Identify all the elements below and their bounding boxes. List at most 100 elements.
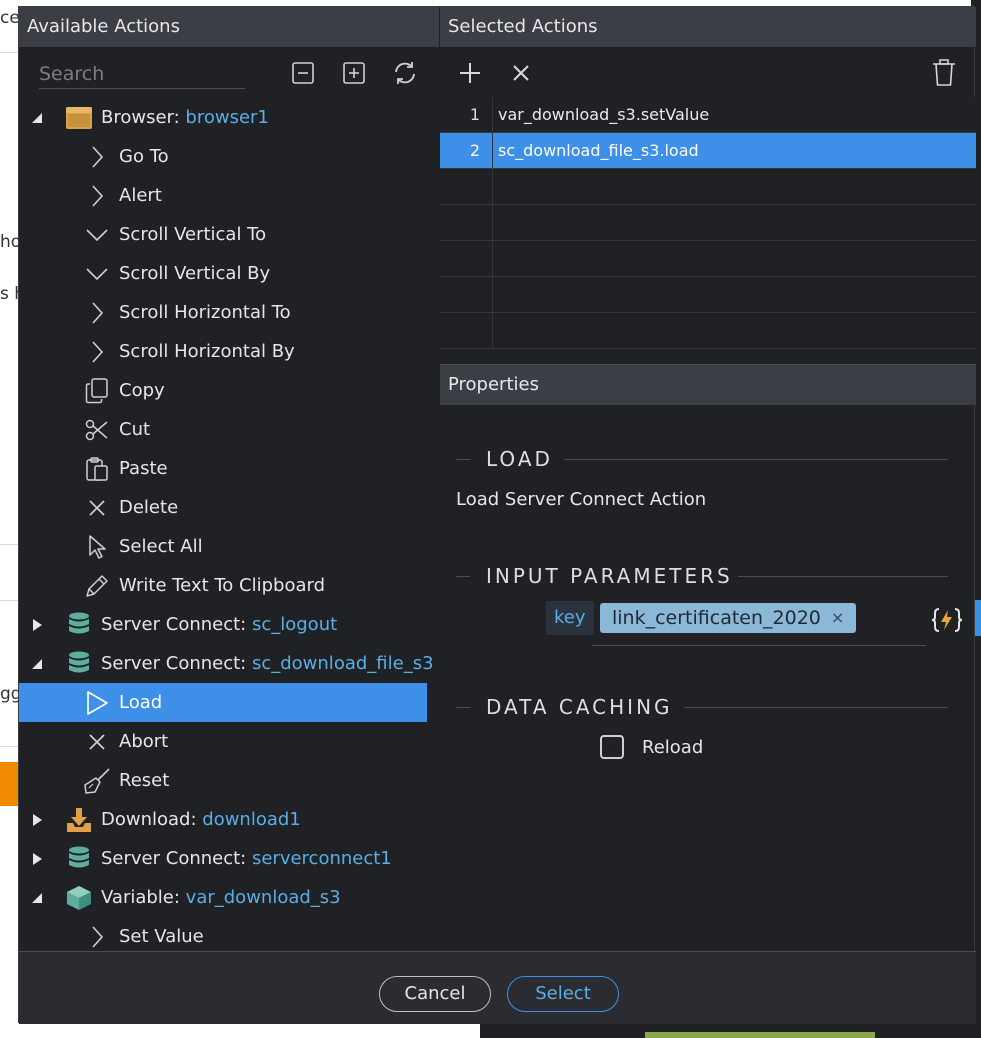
pencil-icon: [83, 572, 111, 600]
tree-item-scroll-horizontal-to[interactable]: Scroll Horizontal To: [19, 293, 427, 332]
tree-item-scroll-horizontal-by[interactable]: Scroll Horizontal By: [19, 332, 427, 371]
tree-item-abort[interactable]: Abort: [19, 722, 427, 761]
node-label: Server Connect:: [101, 653, 252, 674]
row-number: [440, 313, 493, 349]
tree-item-scroll-vertical-to[interactable]: Scroll Vertical To: [19, 215, 427, 254]
tree-item-cut[interactable]: Cut: [19, 410, 427, 449]
play-icon: [83, 689, 111, 717]
collapsed-toggle-icon[interactable]: [29, 617, 45, 633]
refresh-button[interactable]: [391, 59, 419, 87]
section-load: LOAD: [456, 447, 948, 471]
remove-action-button[interactable]: [507, 59, 535, 87]
chevron-right-icon: [83, 143, 111, 171]
expanded-toggle-icon[interactable]: [29, 110, 45, 126]
chevron-right-icon: [83, 299, 111, 327]
background-green-bar: [645, 1032, 875, 1038]
node-label: Select All: [119, 536, 203, 557]
database-icon: [65, 845, 93, 873]
tree-item-paste[interactable]: Paste: [19, 449, 427, 488]
table-row: [440, 241, 976, 277]
tree-item-set-value[interactable]: Set Value: [19, 917, 427, 951]
node-name: var_download_s3: [185, 887, 341, 908]
row-number: 2: [440, 133, 493, 169]
plus-square-icon: [343, 62, 365, 84]
remove-tag-button[interactable]: ×: [831, 603, 844, 633]
tree-node-sc-logout[interactable]: Server Connect: sc_logout: [19, 605, 427, 644]
row-number: 1: [440, 97, 493, 133]
node-name: browser1: [185, 107, 269, 128]
cancel-button[interactable]: Cancel: [379, 976, 491, 1012]
node-label: Scroll Vertical By: [119, 263, 271, 284]
section-heading: LOAD: [486, 447, 553, 471]
background-bottom-strip: [480, 1024, 981, 1038]
tree-node-serverconnect1[interactable]: Server Connect: serverconnect1: [19, 839, 427, 878]
background-app: ce ho s h gg: [0, 0, 25, 1038]
node-label: Scroll Horizontal To: [119, 302, 291, 323]
node-label: Scroll Vertical To: [119, 224, 267, 245]
tree-node-browser[interactable]: Browser: browser1: [19, 98, 427, 137]
row-number: [440, 169, 493, 205]
refresh-icon: [395, 62, 415, 84]
expanded-toggle-icon[interactable]: [29, 656, 45, 672]
divider: [456, 707, 470, 708]
tree-item-go-to[interactable]: Go To: [19, 137, 427, 176]
dynamic-data-button[interactable]: [930, 605, 964, 635]
section-data-caching: DATA CACHING: [456, 695, 948, 719]
copy-icon: [83, 377, 111, 405]
divider: [0, 52, 18, 53]
divider: [564, 459, 948, 460]
expanded-toggle-icon[interactable]: [29, 890, 45, 906]
reload-checkbox[interactable]: [600, 735, 624, 759]
tree-node-sc-download-file-s3[interactable]: Server Connect: sc_download_file_s3: [19, 644, 434, 683]
table-row[interactable]: 1 var_download_s3.setValue: [440, 97, 976, 133]
background-orange-button: [0, 762, 18, 806]
collapsed-toggle-icon[interactable]: [29, 851, 45, 867]
broom-icon: [83, 767, 111, 795]
collapsed-toggle-icon[interactable]: [29, 812, 45, 828]
add-action-button[interactable]: [456, 59, 484, 87]
database-icon: [65, 611, 93, 639]
tree-item-copy[interactable]: Copy: [19, 371, 427, 410]
trash-icon: [933, 59, 955, 86]
node-label: Paste: [119, 458, 168, 479]
download-icon: [65, 806, 93, 834]
search-input[interactable]: [39, 59, 245, 89]
expand-all-button[interactable]: [340, 59, 368, 87]
actions-tree: Browser: browser1 Go To Alert Scroll Ver…: [19, 97, 439, 951]
properties-title: Properties: [440, 365, 976, 405]
available-actions-panel: Available Actions Browser: browser1 G: [19, 7, 439, 951]
chevron-down-icon: [83, 260, 111, 288]
param-value-tag[interactable]: link_certificaten_2020 ×: [600, 603, 857, 633]
param-value: link_certificaten_2020: [612, 607, 821, 629]
tree-item-reset[interactable]: Reset: [19, 761, 427, 800]
paste-icon: [83, 455, 111, 483]
node-label: Abort: [119, 731, 169, 752]
table-row: [440, 169, 976, 205]
tree-item-load[interactable]: Load: [19, 683, 427, 722]
tree-item-write-text-to-clipboard[interactable]: Write Text To Clipboard: [19, 566, 427, 605]
divider: [456, 576, 470, 577]
collapse-all-button[interactable]: [289, 59, 317, 87]
dialog-footer: Cancel Select: [19, 951, 976, 1024]
scissors-icon: [83, 416, 111, 444]
chevron-right-icon: [83, 182, 111, 210]
node-label: Cut: [119, 419, 151, 440]
delete-all-button[interactable]: [930, 59, 958, 87]
tree-item-select-all[interactable]: Select All: [19, 527, 427, 566]
tree-item-delete[interactable]: Delete: [19, 488, 427, 527]
chevron-right-icon: [83, 923, 111, 951]
select-button[interactable]: Select: [507, 976, 619, 1012]
node-label: Scroll Horizontal By: [119, 341, 295, 362]
node-name: download1: [202, 809, 301, 830]
cube-icon: [65, 884, 93, 912]
param-input-underline: [592, 645, 926, 646]
tree-node-variable[interactable]: Variable: var_download_s3: [19, 878, 427, 917]
tree-item-alert[interactable]: Alert: [19, 176, 427, 215]
available-actions-title: Available Actions: [19, 7, 439, 47]
tree-node-download[interactable]: Download: download1: [19, 800, 427, 839]
node-label: Server Connect:: [101, 614, 252, 635]
selected-actions-title: Selected Actions: [440, 7, 976, 47]
table-row[interactable]: 2 sc_download_file_s3.load: [440, 133, 976, 169]
selected-actions-toolbar: [440, 47, 976, 97]
tree-item-scroll-vertical-by[interactable]: Scroll Vertical By: [19, 254, 427, 293]
